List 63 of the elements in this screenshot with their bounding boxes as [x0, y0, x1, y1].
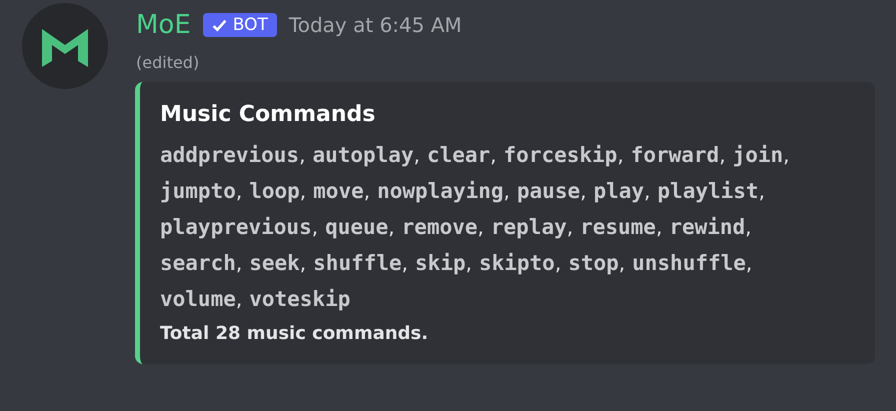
comma: , [745, 215, 752, 239]
comma: , [300, 179, 306, 203]
command-name: skip [415, 251, 466, 275]
command-name: rewind [669, 215, 746, 239]
comma: , [719, 143, 726, 167]
comma: , [236, 287, 242, 311]
command-name: pause [516, 179, 580, 203]
embed-title: Music Commands [160, 102, 376, 127]
comma: , [783, 143, 790, 167]
command-name: queue [325, 215, 388, 239]
comma: , [466, 251, 472, 275]
comma: , [236, 251, 242, 275]
command-name: clear [426, 143, 490, 167]
comma: , [364, 179, 370, 203]
comma: , [388, 215, 395, 239]
comma: , [300, 251, 306, 275]
command-name: remove [402, 215, 478, 239]
comma: , [299, 143, 306, 167]
command-name: join [732, 143, 784, 167]
command-name: loop [249, 179, 300, 203]
avatar-icon[interactable] [22, 3, 108, 89]
command-name: voteskip [249, 287, 350, 311]
command-name: shuffle [313, 251, 402, 275]
embed-footer-text: Total 28 music commands. [160, 323, 430, 344]
command-name: autoplay [312, 143, 414, 167]
comma: , [758, 179, 765, 203]
comma: , [504, 179, 510, 203]
command-name: forward [630, 143, 720, 167]
command-name: replay [490, 215, 567, 239]
comma: , [580, 179, 586, 203]
command-name: jumpto [160, 179, 236, 203]
command-name: stop [568, 251, 619, 275]
author-name[interactable]: MoE [136, 10, 191, 40]
command-name: skipto [478, 251, 555, 275]
command-name: move [313, 179, 364, 203]
command-name: volume [160, 287, 236, 311]
comma: , [402, 251, 408, 275]
command-name: addprevious [160, 143, 300, 167]
comma: , [414, 143, 420, 167]
bot-badge: BOT [202, 13, 277, 37]
command-name: unshuffle [632, 251, 746, 275]
command-name: seek [249, 251, 300, 275]
comma: , [490, 143, 497, 167]
command-name: nowplaying [377, 179, 504, 203]
comma: , [617, 143, 624, 167]
command-name: resume [580, 215, 656, 239]
comma: , [236, 179, 242, 203]
check-icon [212, 18, 227, 32]
comma: , [312, 215, 318, 239]
comma: , [566, 215, 574, 239]
comma: , [478, 215, 484, 239]
timestamp: Today at 6:45 AM [288, 13, 462, 37]
comma: , [746, 251, 752, 275]
comma: , [644, 179, 650, 203]
command-name: play [593, 179, 644, 203]
comma: , [554, 251, 562, 275]
comma: , [618, 251, 626, 275]
command-name: search [160, 251, 236, 275]
command-name: forceskip [504, 143, 618, 167]
comma: , [656, 215, 662, 239]
command-name: playprevious [160, 215, 312, 239]
command-name: playlist [657, 179, 759, 203]
edited-label: (edited) [136, 53, 200, 72]
